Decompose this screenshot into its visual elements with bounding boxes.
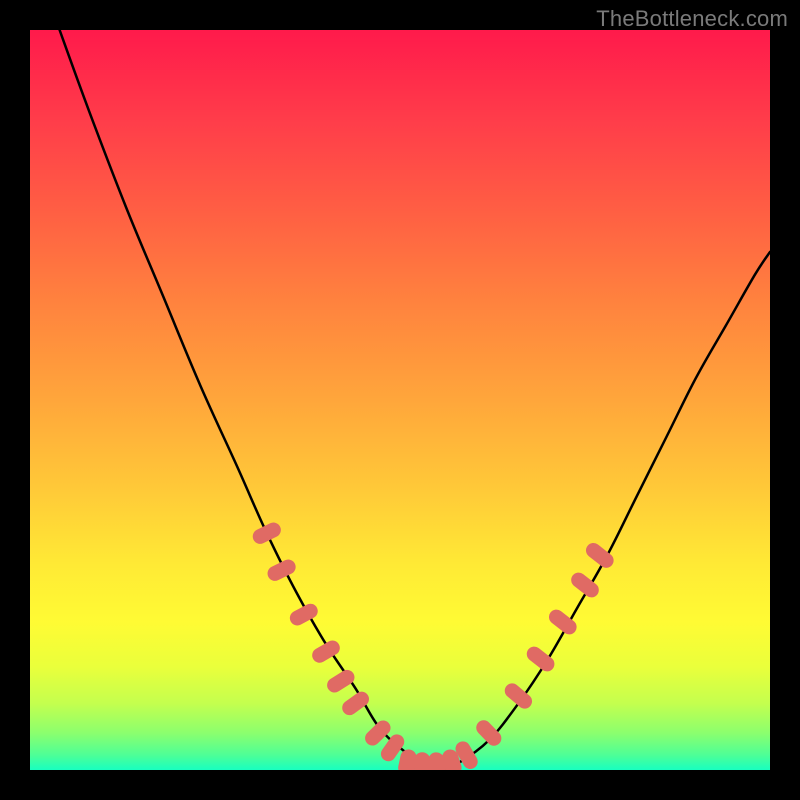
curve-marker <box>250 520 283 546</box>
plot-area <box>30 30 770 770</box>
watermark-text: TheBottleneck.com <box>596 6 788 32</box>
curve-marker <box>473 717 504 749</box>
curve-marker <box>414 752 430 770</box>
chart-frame: TheBottleneck.com <box>0 0 800 800</box>
curve-marker <box>324 667 357 695</box>
bottleneck-curve <box>60 30 770 770</box>
curve-markers <box>250 520 616 770</box>
curve-svg <box>30 30 770 770</box>
curve-marker <box>339 689 372 718</box>
